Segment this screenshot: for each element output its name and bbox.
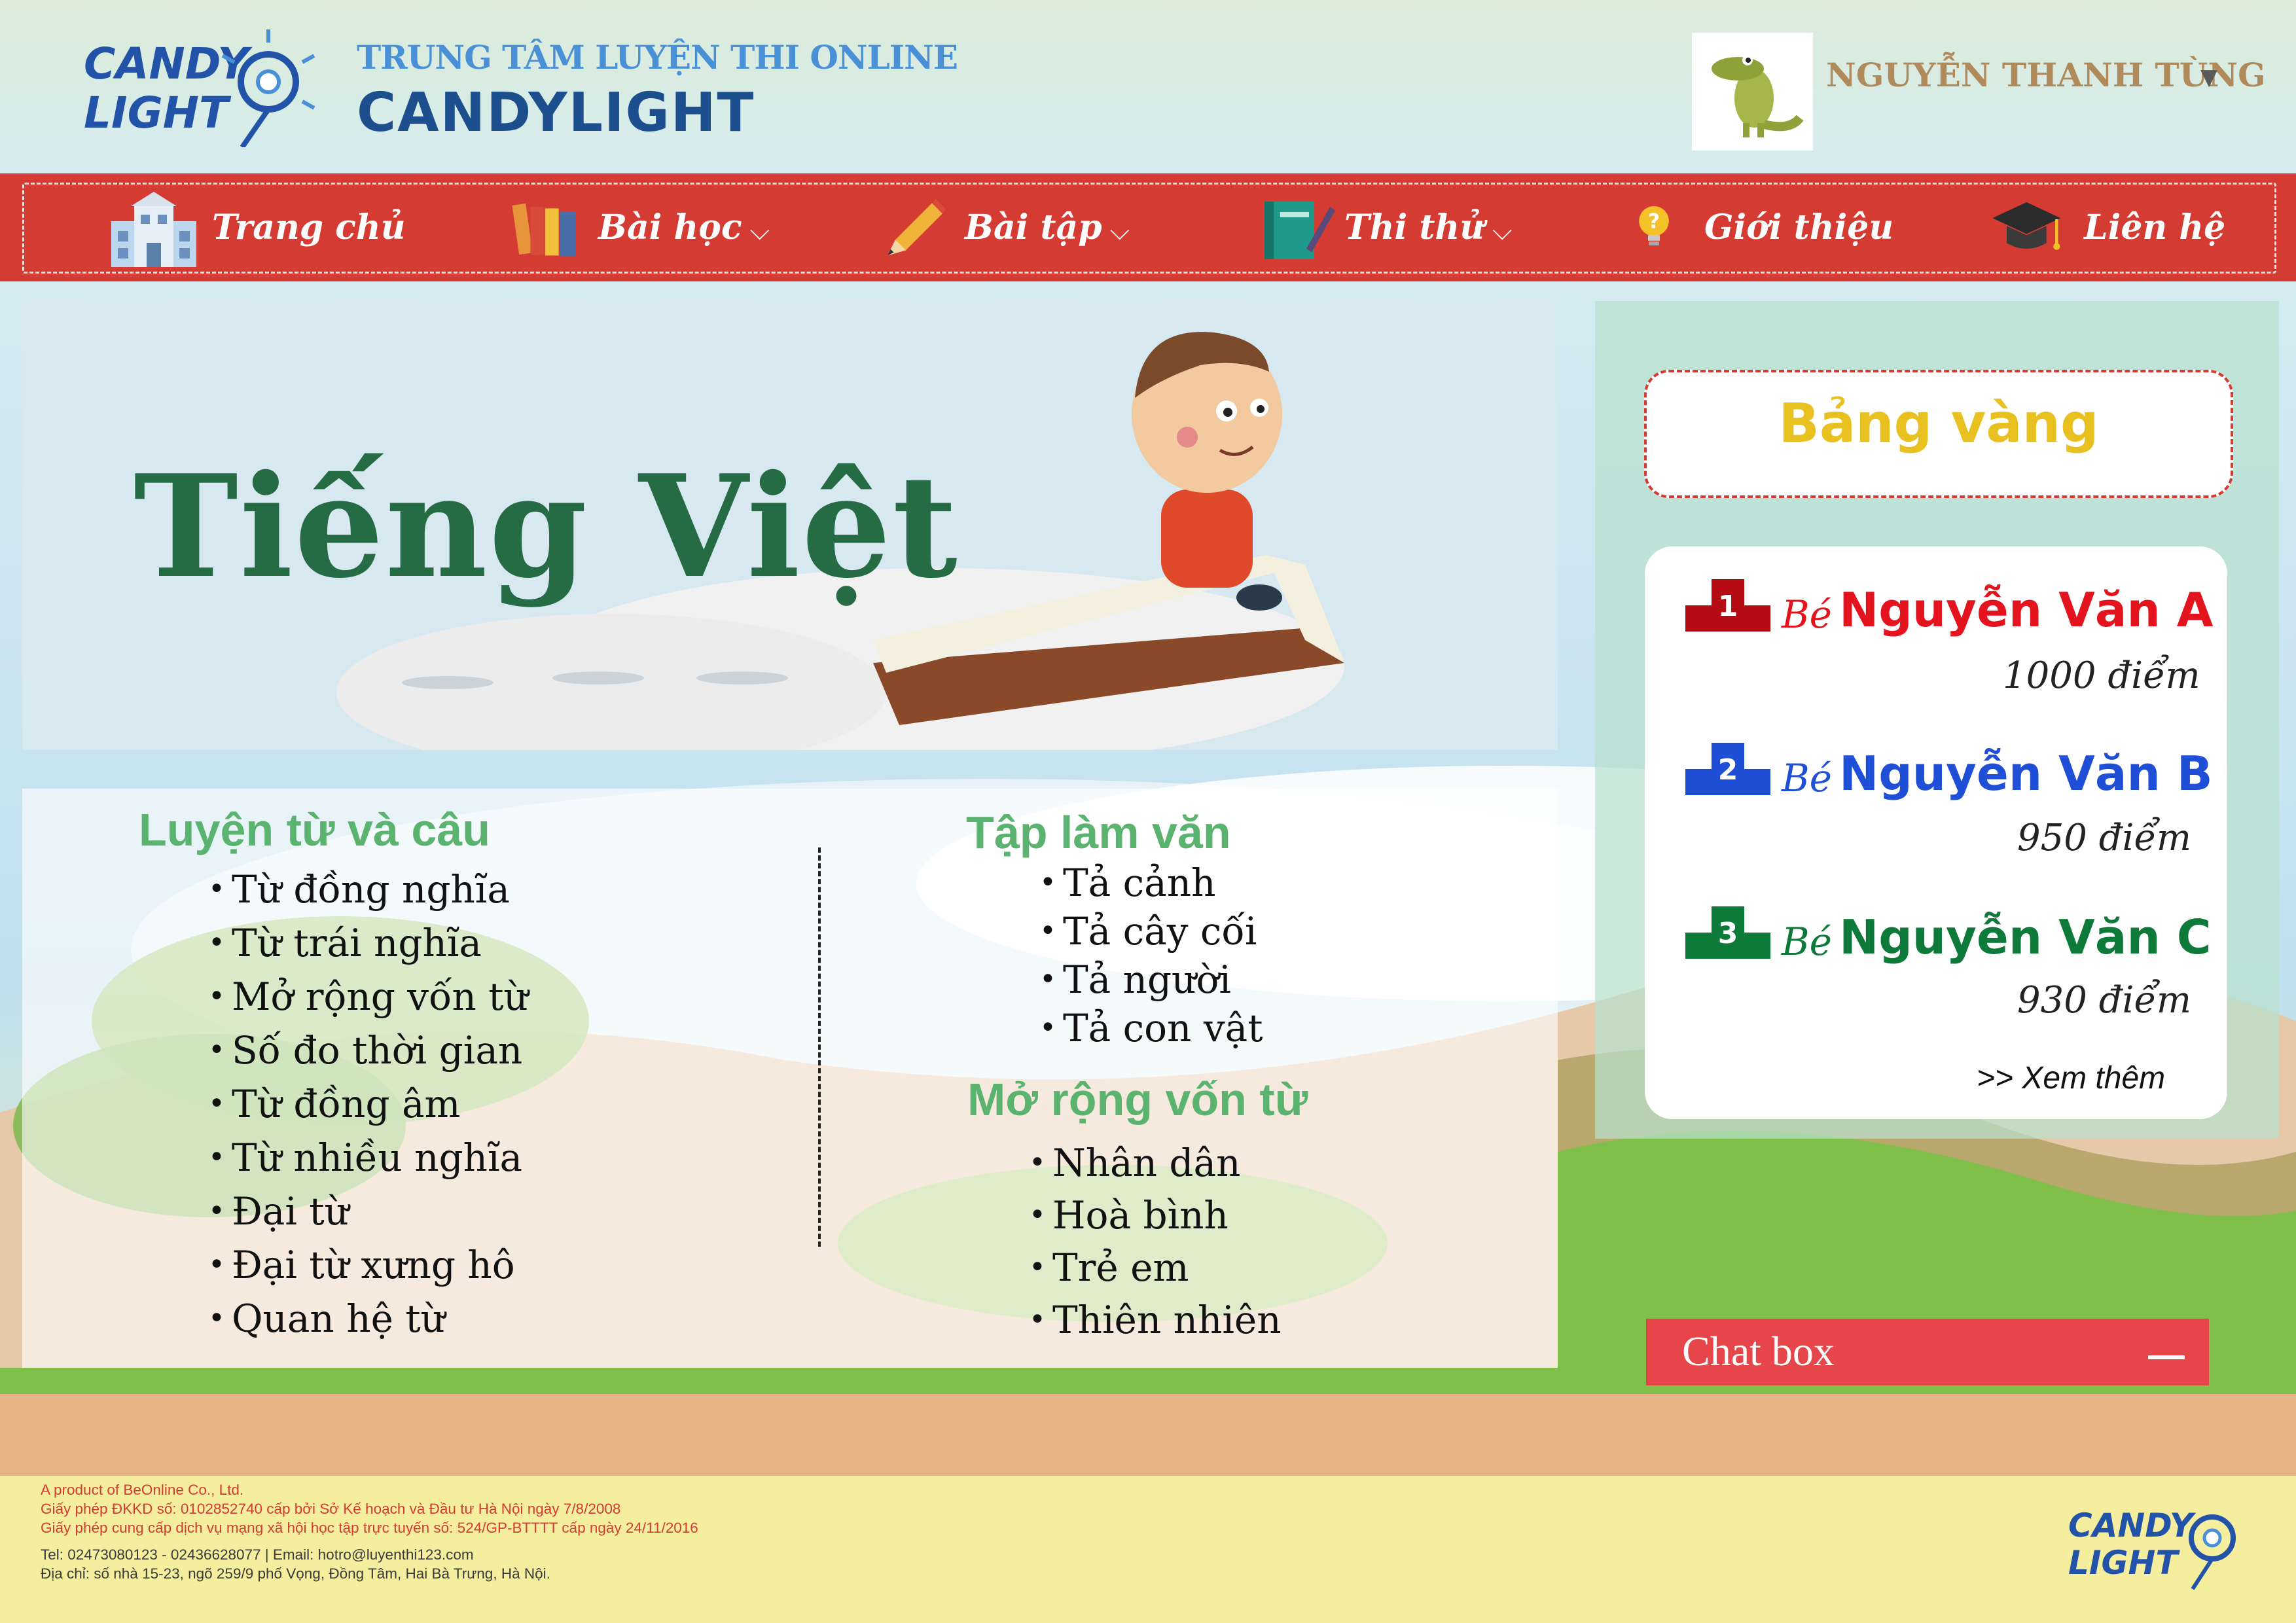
footer-line: Giấy phép cung cấp dịch vụ mạng xã hội h… — [41, 1520, 698, 1536]
svg-text:1: 1 — [1718, 590, 1738, 623]
leader-name[interactable]: Nguyễn Văn B — [1839, 746, 2213, 801]
leader-name[interactable]: Nguyễn Văn A — [1839, 582, 2214, 637]
question-bulb-icon: ? — [1639, 205, 1669, 245]
pencil-icon — [888, 198, 946, 255]
chevron-down-icon: ⌵ — [1492, 215, 1513, 246]
footer-line: Giấy phép ĐKKD số: 0102852740 cấp bởi Sở… — [41, 1501, 621, 1517]
svg-text:3: 3 — [1718, 917, 1738, 950]
site-subtitle: TRUNG TÂM LUYỆN THI ONLINE — [357, 38, 958, 77]
nav-label: Thi thử — [1344, 207, 1484, 247]
list-item[interactable]: • Mở rộng vốn từ — [208, 974, 528, 1019]
svg-text:LIGHT: LIGHT — [2068, 1544, 2180, 1582]
footer-info: A product of BeOnline Co., Ltd. Giấy phé… — [41, 1480, 698, 1583]
list-item[interactable]: • Từ đồng nghĩa — [208, 867, 510, 912]
section-title-luyen-tu-va-cau[interactable]: Luyện từ và câu — [139, 804, 490, 856]
list-item[interactable]: • Trẻ em — [1029, 1245, 1189, 1290]
user-menu-caret-icon[interactable]: ▼ — [2200, 64, 2217, 90]
notebook-icon — [1265, 201, 1335, 259]
svg-text:?: ? — [1648, 209, 1660, 233]
list-item[interactable]: • Nhân dân — [1029, 1141, 1241, 1185]
footer-line: A product of BeOnline Co., Ltd. — [41, 1482, 244, 1498]
candylight-footer-logo[interactable]: CANDY LIGHT — [2068, 1492, 2251, 1590]
nav-item-gioi-thieu[interactable]: ? Giới thiệu — [1636, 173, 1893, 281]
list-item[interactable]: • Tả cảnh — [1039, 861, 1215, 905]
list-item[interactable]: • Quan hệ từ — [208, 1296, 445, 1341]
nav-label: Bài tập — [965, 207, 1102, 247]
leader-name[interactable]: Nguyễn Văn C — [1839, 910, 2212, 965]
list-item[interactable]: • Hoà bình — [1029, 1193, 1229, 1238]
list-item[interactable]: • Thiên nhiên — [1029, 1298, 1282, 1342]
user-avatar[interactable] — [1692, 33, 1813, 151]
section-title-tap-lam-van[interactable]: Tập làm văn — [966, 806, 1231, 859]
rank-3-podium-icon: 3 — [1685, 906, 1770, 959]
section-title-mo-rong-von-tu[interactable]: Mở rộng vốn từ — [967, 1073, 1308, 1126]
list-item[interactable]: • Số đo thời gian — [208, 1028, 522, 1073]
footer-line: Địa chỉ: số nhà 15-23, ngõ 259/9 phố Vọn… — [41, 1565, 550, 1582]
nav-label: Trang chủ — [212, 207, 406, 247]
svg-text:CANDY: CANDY — [2068, 1507, 2197, 1544]
be-prefix: Bé — [1782, 756, 1832, 800]
list-item[interactable]: • Tả con vật — [1039, 1006, 1263, 1050]
nav-item-bai-hoc[interactable]: Bài học ⌵ — [511, 173, 770, 281]
column-divider — [818, 847, 821, 1247]
logo-line-1: CANDY — [84, 39, 253, 89]
see-more-link[interactable]: >> Xem thêm — [1977, 1060, 2165, 1096]
crocodile-icon — [1712, 55, 1804, 137]
be-prefix: Bé — [1782, 592, 1832, 637]
list-item[interactable]: • Từ đồng âm — [208, 1082, 461, 1126]
nav-item-bai-tap[interactable]: Bài tập ⌵ — [877, 173, 1130, 281]
minimize-icon[interactable] — [2148, 1355, 2185, 1359]
site-title[interactable]: CANDYLIGHT — [357, 82, 755, 144]
chevron-down-icon: ⌵ — [749, 215, 770, 246]
nav-item-trang-chu[interactable]: Trang chủ — [105, 173, 406, 281]
footer-line: Tel: 02473080123 - 02436628077 | Email: … — [41, 1546, 474, 1563]
rank-2-podium-icon: 2 — [1685, 743, 1770, 795]
chat-box-label[interactable]: Chat box — [1682, 1327, 1835, 1376]
list-item[interactable]: • Đại từ — [208, 1189, 349, 1234]
main-nav: Trang chủ Bài học ⌵ Bài tập ⌵ Thi thử ⌵ — [0, 173, 2296, 281]
be-prefix: Bé — [1782, 919, 1832, 964]
candylight-logo[interactable]: CANDY LIGHT — [79, 16, 327, 147]
leader-score: 1000 điểm — [2003, 654, 2200, 697]
chevron-down-icon: ⌵ — [1109, 215, 1130, 246]
leader-score: 950 điểm — [2017, 817, 2191, 859]
nav-item-lien-he[interactable]: Liên hệ — [1990, 173, 2225, 281]
list-item[interactable]: • Từ nhiều nghĩa — [208, 1135, 522, 1180]
leader-score: 930 điểm — [2017, 979, 2191, 1022]
school-icon — [111, 191, 196, 267]
graduation-cap-icon — [1992, 202, 2061, 250]
nav-label: Bài học — [598, 207, 742, 247]
nav-item-thi-thu[interactable]: Thi thử ⌵ — [1257, 173, 1512, 281]
list-item[interactable]: • Tả cây cối — [1039, 909, 1257, 954]
subject-banner: Tiếng Việt — [22, 300, 1558, 750]
subject-title: Tiếng Việt — [134, 444, 959, 609]
leaderboard-title: Bảng vàng — [1778, 393, 2099, 455]
list-item[interactable]: • Đại từ xưng hô — [208, 1243, 515, 1287]
svg-text:2: 2 — [1718, 753, 1738, 787]
user-name[interactable]: NGUYỄN THANH TÙNG — [1826, 56, 2266, 94]
logo-line-2: LIGHT — [84, 88, 232, 138]
rank-1-podium-icon: 1 — [1685, 579, 1770, 632]
books-icon — [512, 203, 576, 256]
list-item[interactable]: • Tả người — [1039, 957, 1231, 1002]
list-item[interactable]: • Từ trái nghĩa — [208, 921, 482, 965]
nav-label: Liên hệ — [2084, 207, 2226, 247]
nav-label: Giới thiệu — [1704, 207, 1894, 247]
